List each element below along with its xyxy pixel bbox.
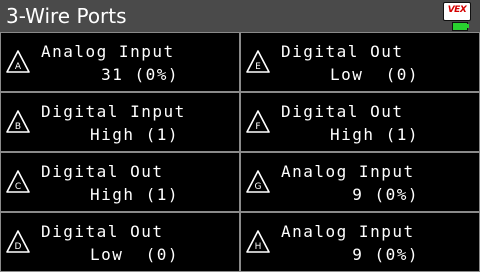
port-h-letter: H [255,242,262,252]
port-c-value: High (1) [89,185,179,204]
port-h-type: Analog Input [281,222,415,241]
port-g-cell[interactable]: G Analog Input 9 (0%) [240,152,480,212]
port-b-value: High (1) [89,125,179,144]
port-e-value: Low (0) [329,65,419,84]
battery-icon [452,22,468,31]
port-c-cell[interactable]: C Digital Out High (1) [0,152,240,212]
port-d-type: Digital Out [41,222,164,241]
battery-tip [467,24,469,28]
port-b-type: Digital Input [41,102,186,121]
port-h-value: 9 (0%) [352,245,419,264]
port-f-type: Digital Out [281,102,404,121]
page-title: 3-Wire Ports [6,4,127,28]
port-d-triangle-icon: D [6,230,30,253]
port-b-letter: B [15,122,21,132]
port-c-type: Digital Out [41,162,164,181]
port-f-cell[interactable]: F Digital Out High (1) [240,92,480,152]
port-f-triangle-icon: F [246,110,270,133]
port-g-value: 9 (0%) [352,185,419,204]
port-d-value: Low (0) [89,245,179,264]
port-a-triangle-icon: A [6,50,30,73]
port-c-letter: C [15,182,21,192]
port-a-value: 31 (0%) [101,65,179,84]
port-a-cell[interactable]: A Analog Input 31 (0%) [0,32,240,92]
port-e-type: Digital Out [281,42,404,61]
port-a-letter: A [15,62,22,72]
ports-grid: A Analog Input 31 (0%) E Digital Out Low… [0,32,480,272]
port-h-triangle-icon: H [246,230,270,253]
title-bar: 3-Wire Ports VEX [0,0,480,32]
port-c-triangle-icon: C [6,170,30,193]
port-g-triangle-icon: G [246,170,270,193]
port-e-letter: E [255,62,261,72]
port-d-cell[interactable]: D Digital Out Low (0) [0,212,240,272]
port-e-triangle-icon: E [246,50,270,73]
port-e-cell[interactable]: E Digital Out Low (0) [240,32,480,92]
port-g-letter: G [255,182,262,192]
port-f-letter: F [255,122,260,132]
vex-logo: VEX [443,2,471,21]
port-h-cell[interactable]: H Analog Input 9 (0%) [240,212,480,272]
port-b-cell[interactable]: B Digital Input High (1) [0,92,240,152]
port-a-type: Analog Input [41,42,175,61]
port-b-triangle-icon: B [6,110,30,133]
port-g-type: Analog Input [281,162,415,181]
port-f-value: High (1) [329,125,419,144]
port-d-letter: D [15,242,22,252]
vex-logo-text: VEX [447,5,467,15]
